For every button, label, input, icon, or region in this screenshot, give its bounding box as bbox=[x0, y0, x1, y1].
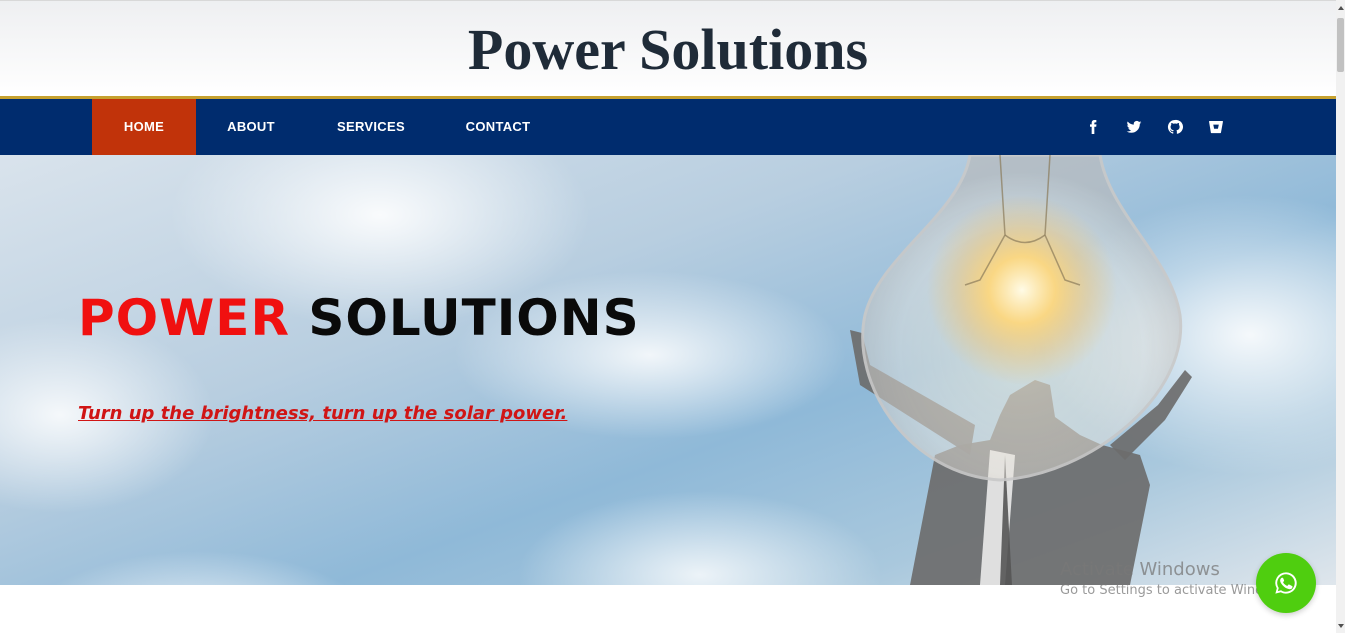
hero-banner: POWER SOLUTIONS Turn up the brightness, … bbox=[0, 155, 1336, 585]
whatsapp-button[interactable] bbox=[1256, 553, 1316, 613]
github-icon[interactable] bbox=[1165, 117, 1185, 137]
main-nav: HOME ABOUT SERVICES CONTACT bbox=[0, 99, 1336, 155]
scroll-thumb[interactable] bbox=[1337, 18, 1344, 72]
twitter-icon[interactable] bbox=[1124, 117, 1144, 137]
site-header: Power Solutions bbox=[0, 0, 1336, 96]
nav-contact[interactable]: CONTACT bbox=[450, 99, 546, 155]
whatsapp-icon bbox=[1275, 572, 1297, 594]
scroll-up-arrow-icon[interactable] bbox=[1338, 6, 1344, 10]
site-title: Power Solutions bbox=[467, 17, 869, 82]
nav-about[interactable]: ABOUT bbox=[206, 99, 296, 155]
nav-home[interactable]: HOME bbox=[92, 99, 196, 155]
bitbucket-icon[interactable] bbox=[1206, 117, 1226, 137]
hero-tagline-link[interactable]: Turn up the brightness, turn up the sola… bbox=[78, 403, 567, 424]
page: Power Solutions HOME ABOUT SERVICES CONT… bbox=[0, 0, 1345, 633]
hero-title: POWER SOLUTIONS bbox=[78, 288, 640, 348]
facebook-icon[interactable] bbox=[1083, 117, 1103, 137]
hero-title-power: POWER bbox=[78, 289, 290, 347]
nav-services[interactable]: SERVICES bbox=[318, 99, 424, 155]
vertical-scrollbar[interactable] bbox=[1336, 0, 1345, 633]
scroll-down-arrow-icon[interactable] bbox=[1338, 624, 1344, 628]
lightbulb-illustration bbox=[850, 155, 1192, 585]
hero-title-solutions: SOLUTIONS bbox=[308, 289, 640, 347]
